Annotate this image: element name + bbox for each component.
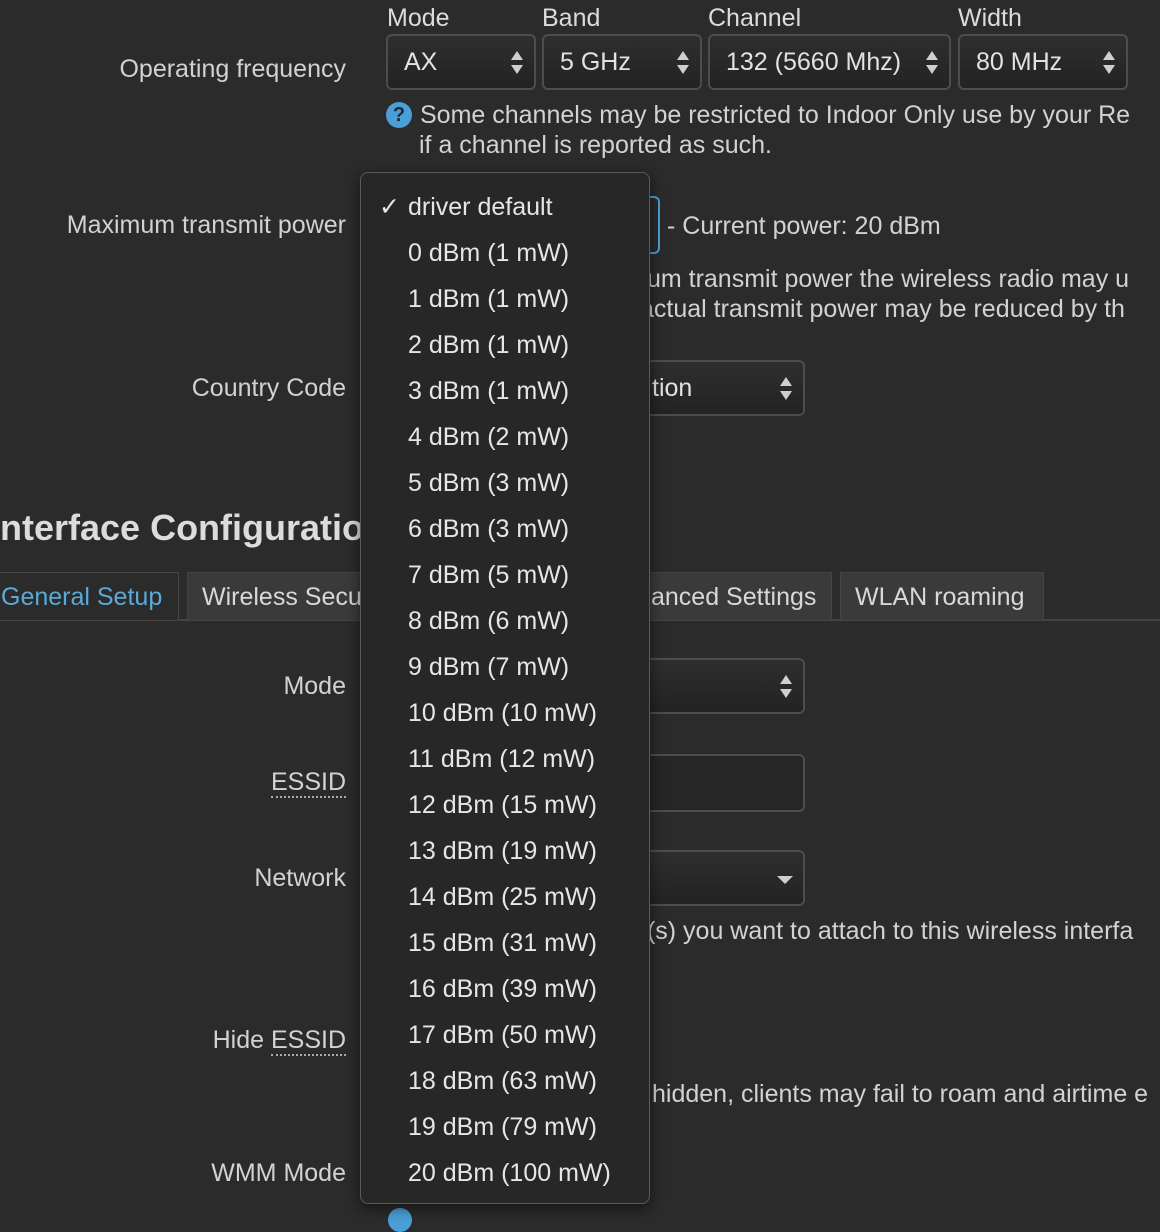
transmit-power-option[interactable]: 6 dBm (3 mW) (361, 506, 649, 552)
transmit-power-option[interactable]: 4 dBm (2 mW) (361, 414, 649, 460)
transmit-power-option-label: 6 dBm (3 mW) (408, 515, 570, 543)
tab-wireless-security-label: Wireless Secu (202, 583, 362, 611)
transmit-power-option-label: 17 dBm (50 mW) (408, 1021, 597, 1049)
mode-select[interactable]: AX (386, 34, 536, 90)
frequency-help: ? Some channels may be restricted to Indo… (386, 100, 1130, 130)
transmit-power-option-label: 3 dBm (1 mW) (408, 377, 570, 405)
frequency-help-line2: if a channel is reported as such. (419, 131, 772, 159)
select-arrows-icon (779, 375, 793, 403)
essid-label-text: ESSID (270, 768, 346, 798)
transmit-power-option-label: 18 dBm (63 mW) (408, 1067, 597, 1095)
transmit-power-option-label: 19 dBm (79 mW) (408, 1113, 597, 1141)
tab-wlan-roaming-label: WLAN roaming (855, 583, 1025, 611)
country-code-value: tion (652, 374, 693, 402)
transmit-power-option[interactable]: 20 dBm (100 mW) (361, 1150, 649, 1196)
transmit-power-option[interactable]: 3 dBm (1 mW) (361, 368, 649, 414)
transmit-power-option-label: 5 dBm (3 mW) (408, 469, 570, 497)
transmit-power-option[interactable]: 0 dBm (1 mW) (361, 230, 649, 276)
network-help: t(s) you want to attach to this wireless… (640, 917, 1134, 945)
transmit-power-option[interactable]: 9 dBm (7 mW) (361, 644, 649, 690)
hide-essid-label: Hide ESSID (212, 1026, 346, 1056)
wireless-mode-label: Mode (283, 672, 346, 700)
essid-label: ESSID (270, 768, 346, 798)
transmit-power-option[interactable]: 13 dBm (19 mW) (361, 828, 649, 874)
transmit-power-option-label: 9 dBm (7 mW) (408, 653, 570, 681)
channel-column-header: Channel (708, 4, 802, 32)
operating-frequency-label: Operating frequency (119, 55, 346, 83)
transmit-power-option[interactable]: 12 dBm (15 mW) (361, 782, 649, 828)
max-transmit-power-label: Maximum transmit power (66, 211, 346, 239)
transmit-power-option[interactable]: 19 dBm (79 mW) (361, 1104, 649, 1150)
select-arrows-icon (925, 49, 939, 77)
transmit-power-option[interactable]: ✓ driver default (361, 184, 649, 230)
transmit-power-option-label: 10 dBm (10 mW) (408, 699, 597, 727)
channel-select-value: 132 (5660 Mhz) (726, 48, 902, 76)
country-code-label: Country Code (191, 374, 346, 402)
transmit-power-option[interactable]: 5 dBm (3 mW) (361, 460, 649, 506)
transmit-power-option-label: 20 dBm (100 mW) (408, 1159, 611, 1187)
transmit-power-option[interactable]: 7 dBm (5 mW) (361, 552, 649, 598)
wmm-mode-label: WMM Mode (211, 1159, 346, 1187)
transmit-power-option[interactable]: 15 dBm (31 mW) (361, 920, 649, 966)
mode-select-value: AX (404, 48, 438, 76)
transmit-power-option-label: 4 dBm (2 mW) (408, 423, 570, 451)
band-select[interactable]: 5 GHz (542, 34, 702, 90)
transmit-power-option[interactable]: 1 dBm (1 mW) (361, 276, 649, 322)
transmit-power-option[interactable]: 14 dBm (25 mW) (361, 874, 649, 920)
tab-general-setup[interactable]: General Setup (0, 572, 179, 620)
tab-advanced-settings[interactable]: anced Settings (630, 572, 832, 620)
help-icon: ? (386, 102, 412, 128)
network-label: Network (254, 864, 346, 892)
transmit-power-option-label: 12 dBm (15 mW) (408, 791, 597, 819)
transmit-power-option-label: 7 dBm (5 mW) (408, 561, 570, 589)
transmit-power-option-label: 1 dBm (1 mW) (408, 285, 570, 313)
transmit-power-option-label: 8 dBm (6 mW) (408, 607, 570, 635)
txpower-help-line2: actual transmit power may be reduced by … (640, 295, 1125, 323)
transmit-power-option[interactable]: 2 dBm (1 mW) (361, 322, 649, 368)
tab-wireless-security[interactable]: Wireless Secu (187, 572, 377, 620)
transmit-power-option[interactable]: 17 dBm (50 mW) (361, 1012, 649, 1058)
transmit-power-option[interactable]: 10 dBm (10 mW) (361, 690, 649, 736)
mode-column-header: Mode (387, 4, 450, 32)
transmit-power-option-label: 2 dBm (1 mW) (408, 331, 570, 359)
chevron-down-icon (777, 876, 793, 884)
transmit-power-option[interactable]: 11 dBm (12 mW) (361, 736, 649, 782)
transmit-power-option[interactable]: 16 dBm (39 mW) (361, 966, 649, 1012)
width-select[interactable]: 80 MHz (958, 34, 1128, 90)
current-power-text: - Current power: 20 dBm (667, 212, 941, 240)
transmit-power-option-label: 11 dBm (12 mW) (408, 745, 596, 773)
tab-general-setup-label: General Setup (1, 583, 163, 611)
transmit-power-option[interactable]: 18 dBm (63 mW) (361, 1058, 649, 1104)
txpower-help-line1: ıum transmit power the wireless radio ma… (640, 265, 1130, 293)
hide-essid-label-prefix: Hide (212, 1026, 271, 1054)
transmit-power-option-label: 13 dBm (19 mW) (408, 837, 597, 865)
hide-essid-help: hidden, clients may fail to roam and air… (652, 1080, 1149, 1108)
transmit-power-option-label: 16 dBm (39 mW) (408, 975, 597, 1003)
select-arrows-icon (1102, 49, 1116, 77)
transmit-power-option-label: 15 dBm (31 mW) (408, 929, 597, 957)
select-arrows-icon (510, 49, 524, 77)
select-arrows-icon (779, 673, 793, 701)
transmit-power-option-label: 14 dBm (25 mW) (408, 883, 597, 911)
transmit-power-option-label: driver default (408, 193, 553, 221)
help-icon (388, 1208, 412, 1232)
tab-wlan-roaming[interactable]: WLAN roaming (840, 572, 1044, 620)
hide-essid-label-abbr: ESSID (270, 1026, 346, 1056)
width-column-header: Width (958, 4, 1022, 32)
frequency-help-line1: Some channels may be restricted to Indoo… (420, 101, 1131, 129)
transmit-power-option[interactable]: 8 dBm (6 mW) (361, 598, 649, 644)
band-column-header: Band (542, 4, 601, 32)
checkmark-icon: ✓ (379, 193, 400, 221)
tab-advanced-settings-label: anced Settings (651, 583, 817, 611)
interface-configuration-heading: nterface Configuratio (0, 507, 365, 548)
select-arrows-icon (676, 49, 690, 77)
band-select-value: 5 GHz (560, 48, 631, 76)
channel-select[interactable]: 132 (5660 Mhz) (708, 34, 951, 90)
transmit-power-option-label: 0 dBm (1 mW) (408, 239, 570, 267)
transmit-power-dropdown[interactable]: ✓ driver default 0 dBm (1 mW) 1 dBm (1 mW) 2… (360, 172, 650, 1204)
width-select-value: 80 MHz (976, 48, 1063, 76)
